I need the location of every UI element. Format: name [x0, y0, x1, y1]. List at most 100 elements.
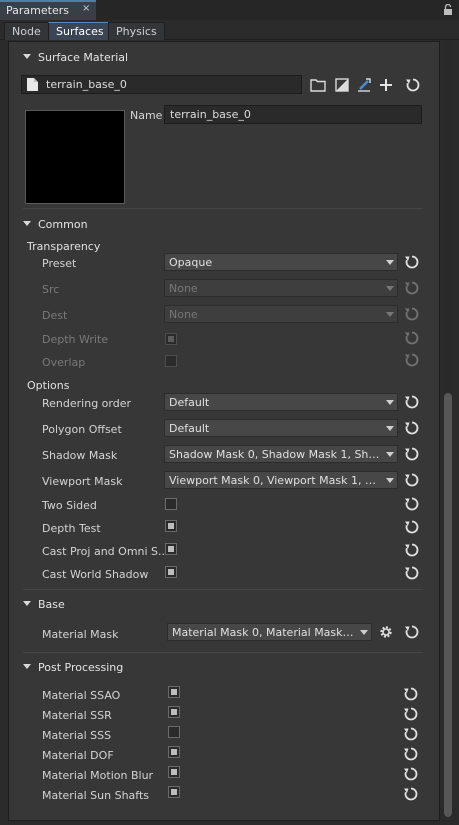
name-label: Name	[130, 109, 163, 122]
lock-icon[interactable]	[443, 4, 453, 15]
material-ssr-checkbox[interactable]	[168, 706, 180, 718]
chevron-down-icon	[386, 426, 394, 431]
section-title: Base	[38, 598, 65, 611]
name-field[interactable]: terrain_base_0	[164, 105, 422, 124]
tab-physics[interactable]: Physics	[108, 22, 165, 40]
material-preview	[25, 110, 125, 204]
gear-icon[interactable]	[378, 624, 394, 640]
rendering-order-dropdown[interactable]: Default	[164, 393, 398, 411]
cast-proj-omni-label: Cast Proj and Omni S...	[42, 545, 169, 558]
reset-icon[interactable]	[404, 254, 420, 270]
divider	[23, 208, 423, 209]
scrollbar-thumb[interactable]	[444, 393, 452, 817]
material-mask-dropdown[interactable]: Material Mask 0, Material Mask 1, Ma...	[167, 623, 372, 641]
dest-value: None	[169, 308, 198, 321]
polygon-offset-value: Default	[169, 422, 210, 435]
material-ssao-label: Material SSAO	[42, 689, 121, 702]
src-label: Src	[42, 283, 60, 296]
reset-icon	[404, 330, 420, 346]
divider	[23, 652, 423, 653]
dest-dropdown: None	[164, 305, 398, 323]
close-icon[interactable]: ×	[82, 3, 90, 14]
chevron-down-icon	[386, 400, 394, 405]
section-title: Surface Material	[38, 51, 129, 64]
reset-icon[interactable]	[403, 786, 419, 802]
title-bar: Parameters ×	[0, 0, 459, 20]
chevron-down-icon	[386, 452, 394, 457]
chevron-down-icon	[360, 630, 368, 635]
material-dof-checkbox[interactable]	[168, 746, 180, 758]
material-sss-label: Material SSS	[42, 729, 112, 742]
folder-icon[interactable]	[309, 76, 327, 94]
tab-node[interactable]: Node	[4, 22, 49, 40]
edit-icon[interactable]	[355, 76, 373, 94]
name-value: terrain_base_0	[170, 108, 251, 121]
collapse-icon	[23, 664, 31, 669]
transparency-label: Transparency	[27, 240, 101, 253]
material-mask-label: Material Mask	[42, 628, 119, 641]
tab-bar: Node Surfaces Physics	[0, 20, 459, 40]
section-title: Common	[38, 218, 88, 231]
material-motion-blur-checkbox[interactable]	[168, 766, 180, 778]
overlap-checkbox	[165, 355, 177, 367]
reset-icon[interactable]	[405, 77, 421, 93]
chevron-down-icon	[386, 260, 394, 265]
shadow-mask-dropdown[interactable]: Shadow Mask 0, Shadow Mask 1, Shadow ...	[164, 445, 398, 463]
reset-icon[interactable]	[404, 420, 420, 436]
rendering-order-label: Rendering order	[42, 397, 131, 410]
reset-icon[interactable]	[404, 472, 420, 488]
src-value: None	[169, 282, 198, 295]
reset-icon[interactable]	[404, 565, 420, 581]
depth-test-checkbox[interactable]	[165, 520, 177, 532]
reset-icon[interactable]	[403, 706, 419, 722]
polygon-offset-dropdown[interactable]: Default	[164, 419, 398, 437]
reset-icon[interactable]	[403, 686, 419, 702]
material-sss-checkbox[interactable]	[168, 726, 180, 738]
chevron-down-icon	[386, 312, 394, 317]
reset-icon[interactable]	[404, 394, 420, 410]
material-motion-blur-label: Material Motion Blur	[42, 769, 154, 782]
shadow-mask-label: Shadow Mask	[42, 449, 118, 462]
section-title: Post Processing	[38, 661, 124, 674]
tab-surfaces[interactable]: Surfaces	[48, 22, 112, 40]
reset-icon[interactable]	[403, 746, 419, 762]
reset-icon[interactable]	[404, 496, 420, 512]
tab-surfaces-label: Surfaces	[56, 25, 104, 38]
divider	[23, 589, 423, 590]
depth-write-label: Depth Write	[42, 333, 109, 346]
two-sided-label: Two Sided	[42, 499, 97, 512]
tab-physics-label: Physics	[116, 25, 157, 38]
parameters-panel: Surface Material terrain_base_0 Name ter…	[8, 41, 440, 821]
material-mask-value: Material Mask 0, Material Mask 1, Ma...	[172, 626, 355, 639]
reset-icon[interactable]	[404, 446, 420, 462]
overlap-label: Overlap	[42, 356, 86, 369]
dest-label: Dest	[42, 309, 68, 322]
vertical-scrollbar[interactable]	[442, 41, 454, 821]
cast-world-shadow-checkbox[interactable]	[165, 566, 177, 578]
reset-icon[interactable]	[404, 519, 420, 535]
reset-icon[interactable]	[404, 624, 420, 640]
reset-icon[interactable]	[404, 542, 420, 558]
add-icon[interactable]	[377, 76, 395, 94]
material-ssao-checkbox[interactable]	[168, 686, 180, 698]
file-icon	[27, 78, 38, 91]
cast-world-shadow-label: Cast World Shadow	[42, 568, 149, 581]
tab-node-label: Node	[12, 25, 41, 38]
depth-test-label: Depth Test	[42, 522, 101, 535]
preset-value: Opaque	[169, 256, 213, 269]
collapse-icon	[23, 54, 31, 59]
viewport-mask-dropdown[interactable]: Viewport Mask 0, Viewport Mask 1, Viewpo…	[164, 471, 398, 489]
reset-icon	[404, 280, 420, 296]
reset-icon[interactable]	[403, 726, 419, 742]
preset-dropdown[interactable]: Opaque	[164, 253, 398, 271]
reset-icon	[404, 352, 420, 368]
material-ssr-label: Material SSR	[42, 709, 112, 722]
material-sun-shafts-checkbox[interactable]	[168, 786, 180, 798]
material-path-field[interactable]: terrain_base_0	[21, 75, 302, 94]
viewport-mask-label: Viewport Mask	[42, 475, 123, 488]
window-title: Parameters	[6, 4, 69, 17]
reset-icon[interactable]	[403, 766, 419, 782]
inherit-icon[interactable]	[333, 76, 351, 94]
two-sided-checkbox[interactable]	[165, 498, 177, 510]
cast-proj-omni-checkbox[interactable]	[165, 543, 177, 555]
